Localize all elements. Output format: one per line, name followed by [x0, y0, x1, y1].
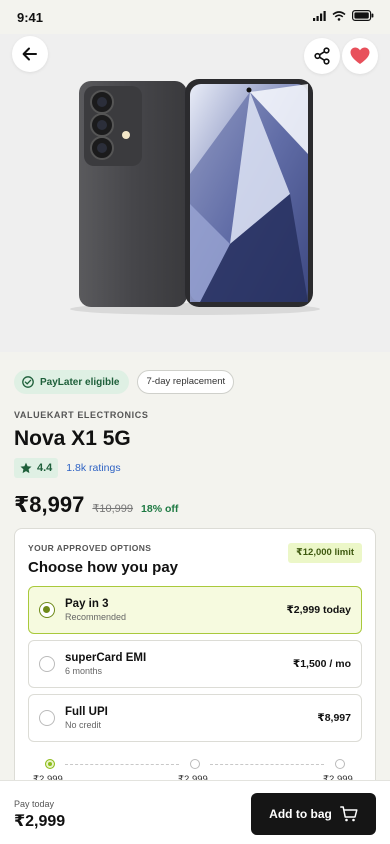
price-row: ₹8,997 ₹10,999 18% off [14, 492, 376, 518]
status-time: 9:41 [17, 10, 44, 25]
discount: 18% off [141, 503, 179, 515]
option-subtitle: 6 months [65, 666, 103, 676]
radio[interactable] [39, 710, 55, 726]
option-subtitle: No credit [65, 720, 102, 730]
schedule-connector [65, 764, 179, 765]
share-icon [314, 47, 330, 65]
add-to-bag-button[interactable]: Add to bag [251, 793, 376, 835]
rating-value: 4.4 [37, 462, 53, 474]
check-circle-icon [22, 376, 34, 388]
arrow-left-icon [22, 47, 37, 61]
pay-today-amount: ₹2,999 [14, 813, 66, 830]
heart-icon [350, 47, 370, 64]
option-title: Full UPI [65, 706, 108, 718]
phone-illustration [0, 34, 390, 352]
add-to-bag-label: Add to bag [269, 807, 332, 821]
paylater-badge: PayLater eligible [14, 370, 130, 394]
original-price: ₹10,999 [92, 503, 134, 515]
cart-icon [339, 806, 358, 822]
rating-badge: 4.4 [14, 458, 59, 478]
schedule-dot-1 [45, 759, 55, 769]
option-title: superCard EMI [65, 652, 147, 664]
seller-name: VALUEKART ELECTRONICS [14, 410, 149, 420]
rating-row: 4.4 1.8k ratings [14, 458, 376, 478]
option-amount: ₹8,997 [317, 712, 351, 724]
share-button[interactable] [304, 38, 340, 74]
option-amount: ₹1,500 / mo [292, 658, 351, 670]
product-image [0, 34, 390, 352]
status-bar: 9:41 [0, 0, 390, 34]
option-pay-in-3[interactable]: Pay in 3 Recommended ₹2,999 today [28, 586, 362, 634]
price: ₹8,997 [14, 492, 85, 517]
replacement-badge: 7-day replacement [137, 370, 235, 394]
schedule-connector [210, 764, 324, 765]
schedule-dot-2 [190, 759, 200, 769]
option-full-upi[interactable]: Full UPI No credit ₹8,997 [28, 694, 362, 742]
back-button[interactable] [12, 36, 48, 72]
product-title: Nova X1 5G [14, 427, 131, 450]
wifi-icon [332, 10, 346, 21]
radio-selected[interactable] [39, 602, 55, 618]
option-amount: ₹2,999 today [286, 604, 351, 616]
star-icon [20, 462, 32, 474]
wishlist-button[interactable] [342, 38, 378, 74]
signal-icon [313, 10, 326, 21]
battery-icon [352, 10, 374, 21]
option-subtitle: Recommended [65, 612, 127, 622]
checkout-bar: Pay today ₹2,999 Add to bag [0, 780, 390, 844]
ratings-link[interactable]: 1.8k ratings [66, 462, 120, 474]
option-title: Pay in 3 [65, 598, 109, 610]
paylater-label: PayLater eligible [40, 376, 120, 388]
status-icons [313, 10, 374, 21]
product-details: PayLater eligible 7-day replacement VALU… [0, 352, 390, 518]
option-supercard-emi[interactable]: superCard EMI 6 months ₹1,500 / mo [28, 640, 362, 688]
badge-row: PayLater eligible 7-day replacement [14, 370, 376, 394]
radio[interactable] [39, 656, 55, 672]
schedule-dot-3 [335, 759, 345, 769]
pay-today-label: Pay today [14, 799, 55, 809]
credit-limit-badge: ₹12,000 limit [288, 543, 362, 563]
